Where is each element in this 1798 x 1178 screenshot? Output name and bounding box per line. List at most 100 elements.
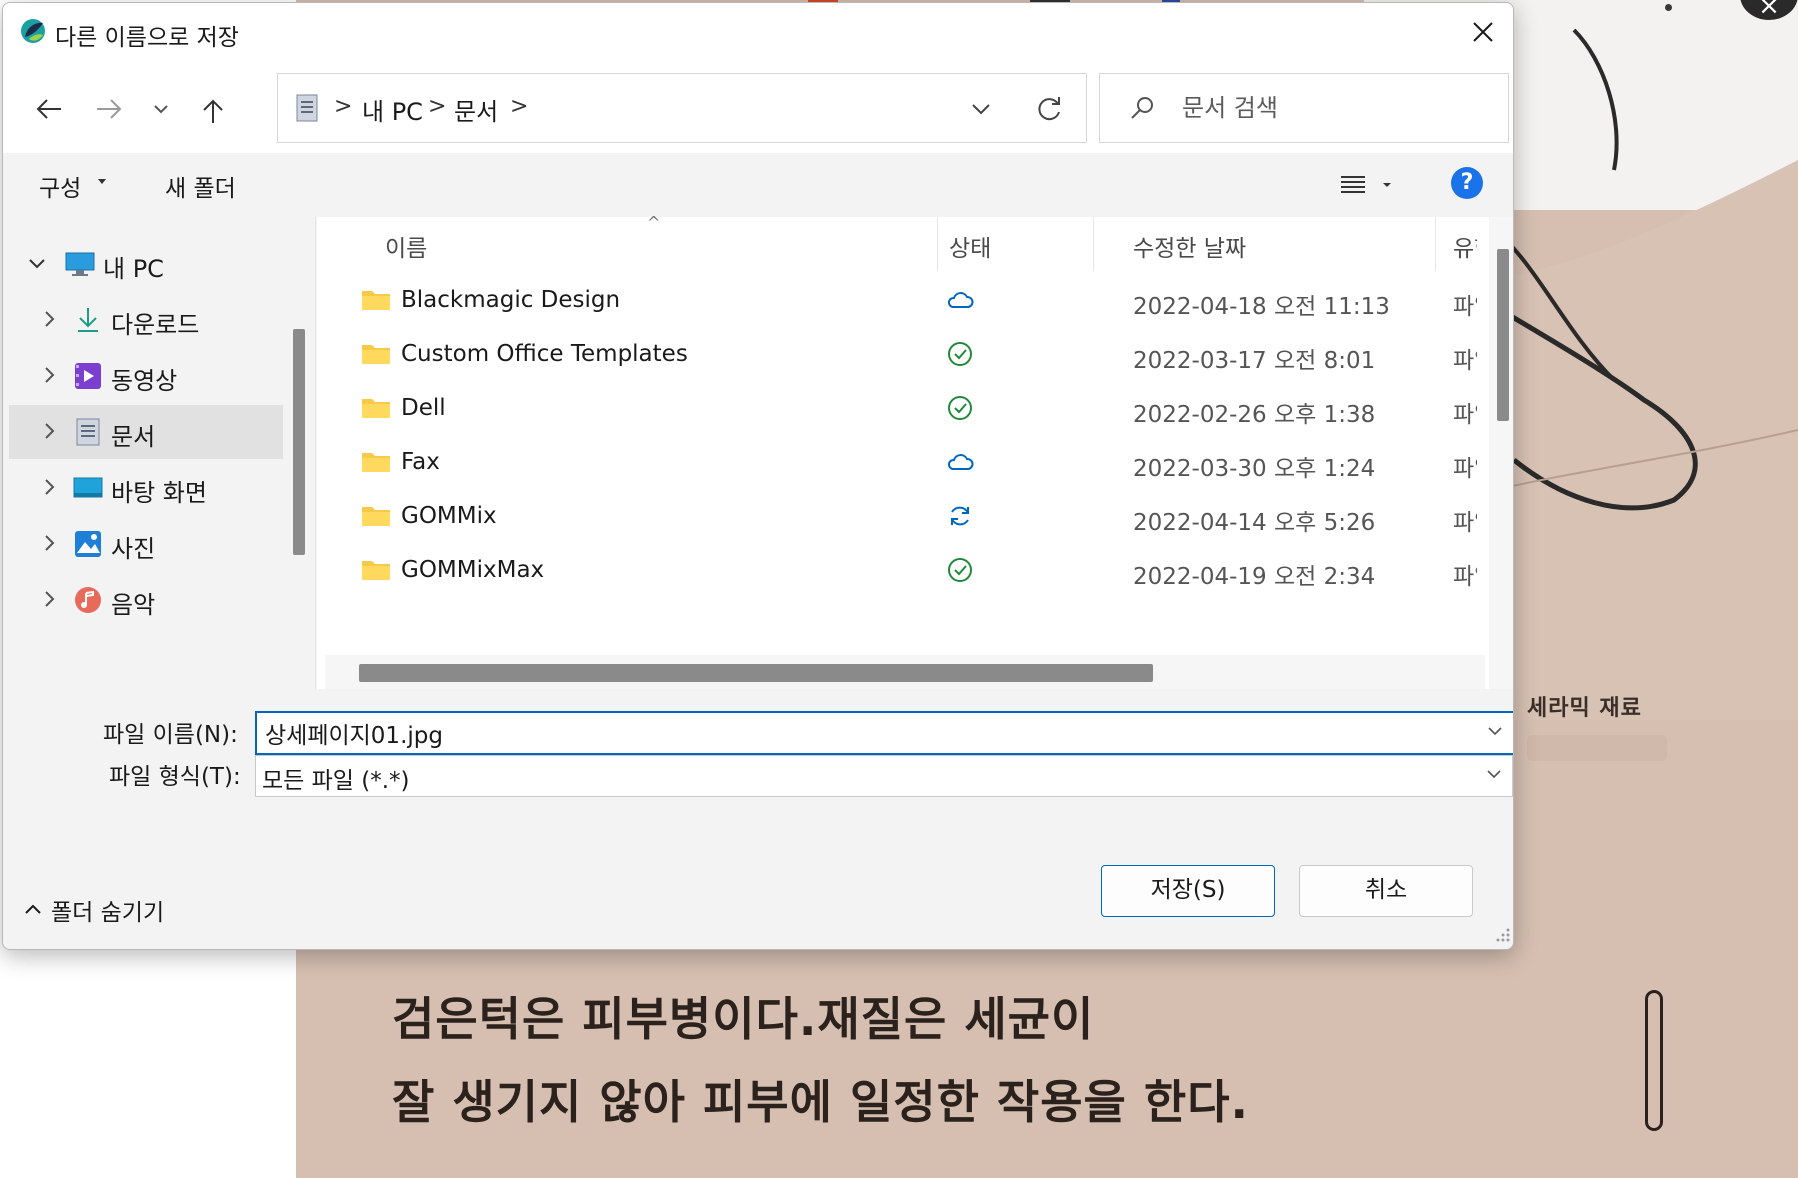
file-list-horizontal-scrollbar-thumb[interactable]: [359, 664, 1153, 682]
file-type: 파일 폴더: [1453, 402, 1477, 428]
address-dropdown-chevron-icon[interactable]: [966, 94, 996, 124]
pictures-icon: [75, 531, 101, 557]
chevron-right-icon[interactable]: [39, 589, 59, 609]
folder-icon: [362, 453, 390, 472]
chevron-down-icon[interactable]: [1487, 724, 1503, 738]
tree-item-label: 사진: [111, 535, 156, 563]
tree-item-videos[interactable]: 동영상: [9, 349, 283, 403]
breadcrumb-separator: >: [510, 94, 529, 119]
close-button[interactable]: [1455, 7, 1511, 57]
save-options-panel: 파일 이름(N): 파일 형식(T): 모든 파일 (*.*) 폴더 숨기기 저…: [3, 689, 1513, 949]
file-name: Blackmagic Design: [401, 287, 621, 313]
chevron-right-icon[interactable]: [39, 533, 59, 553]
file-row[interactable]: GOMMix 2022-04-14 오후 5:26 파일 폴더: [317, 489, 1477, 549]
close-icon: [1473, 22, 1493, 42]
hide-folders-button[interactable]: 폴더 숨기기: [23, 891, 193, 927]
breadcrumb-separator: >: [428, 94, 447, 119]
chevron-down-icon: [154, 105, 168, 114]
tree-item-documents[interactable]: 문서: [9, 405, 283, 459]
arrow-up-icon: [203, 99, 223, 123]
new-folder-button[interactable]: 새 폴더: [165, 169, 236, 203]
column-header-modified[interactable]: 수정한 날짜: [1133, 229, 1246, 263]
file-type: 파일 폴더: [1453, 456, 1477, 482]
filetype-label: 파일 형식(T):: [109, 764, 241, 790]
chevron-down-icon[interactable]: [1486, 767, 1502, 781]
folder-icon: [362, 507, 390, 526]
tree-item-music[interactable]: 음악: [9, 573, 283, 627]
column-header-type[interactable]: 유형: [1453, 229, 1477, 263]
cloud-icon: [947, 292, 974, 308]
hide-folders-label: 폴더 숨기기: [51, 900, 165, 926]
breadcrumb-my-pc[interactable]: 내 PC: [362, 92, 423, 127]
file-row[interactable]: Dell 2022-02-26 오후 1:38 파일 폴더: [317, 381, 1477, 441]
cancel-button[interactable]: 취소: [1299, 865, 1473, 917]
save-as-dialog: 다른 이름으로 저장 > 내 PC > 문서 > 문서 검색 구성 새 폴더 ?…: [2, 2, 1514, 950]
file-modified-date: 2022-04-19 오전 2:34: [1133, 564, 1376, 590]
video-icon: [75, 363, 101, 389]
desktop-icon: [73, 477, 103, 498]
navigation-bar: > 내 PC > 문서 >: [3, 61, 1513, 153]
organize-menu-button[interactable]: 구성: [39, 169, 81, 203]
title-bar: 다른 이름으로 저장: [3, 3, 1513, 61]
file-modified-date: 2022-03-30 오후 1:24: [1133, 456, 1376, 482]
syncing-icon: [951, 506, 969, 526]
column-divider[interactable]: [1093, 217, 1094, 271]
file-row[interactable]: Fax 2022-03-30 오후 1:24 파일 폴더: [317, 435, 1477, 495]
tree-item-desktop[interactable]: 바탕 화면: [9, 461, 283, 515]
recent-locations-button[interactable]: [145, 89, 185, 129]
filetype-value: 모든 파일 (*.*): [262, 768, 410, 794]
file-row[interactable]: GOMMixMax 2022-04-19 오전 2:34 파일 폴더: [317, 543, 1477, 603]
chevron-right-icon[interactable]: [39, 477, 59, 497]
column-header-name[interactable]: 이름: [385, 229, 427, 263]
filename-input[interactable]: [263, 717, 1467, 749]
tree-scrollbar-thumb[interactable]: [293, 329, 305, 555]
resize-grip-icon[interactable]: [1493, 925, 1511, 943]
search-input[interactable]: [1180, 90, 1484, 126]
filename-combobox[interactable]: [255, 711, 1513, 755]
help-button[interactable]: ?: [1451, 167, 1483, 199]
file-modified-date: 2022-02-26 오후 1:38: [1133, 402, 1376, 428]
pane-divider[interactable]: [315, 217, 316, 689]
view-options-button[interactable]: [1339, 171, 1409, 201]
background-blurred-text: [1527, 735, 1667, 761]
file-name: Custom Office Templates: [401, 341, 688, 367]
arrow-left-icon: [36, 99, 61, 119]
filename-label: 파일 이름(N):: [103, 722, 238, 748]
file-type: 파일 폴더: [1453, 564, 1477, 590]
chevron-right-icon[interactable]: [39, 309, 59, 329]
file-list-vertical-scrollbar-thumb[interactable]: [1497, 249, 1509, 421]
command-bar: 구성 새 폴더 ?: [3, 153, 1513, 217]
chevron-right-icon[interactable]: [39, 365, 59, 385]
tree-item-label: 내 PC: [103, 255, 164, 283]
folder-icon: [362, 345, 390, 364]
search-icon: [1131, 97, 1153, 119]
filetype-select[interactable]: 모든 파일 (*.*): [255, 755, 1513, 797]
sort-ascending-icon: ^: [647, 213, 661, 232]
up-button[interactable]: [193, 89, 233, 129]
file-modified-date: 2022-04-14 오후 5:26: [1133, 510, 1376, 536]
app-logo-icon: [21, 19, 45, 43]
tree-item-label: 바탕 화면: [111, 479, 207, 507]
save-button[interactable]: 저장(S): [1101, 865, 1275, 917]
tree-item-pictures[interactable]: 사진: [9, 517, 283, 571]
chevron-down-icon[interactable]: [27, 253, 47, 273]
tree-item-downloads[interactable]: 다운로드: [9, 293, 283, 347]
navigation-pane: 내 PC 다운로드 동영상 문서 바탕 화면 사진 음악: [3, 217, 315, 689]
chevron-right-icon[interactable]: [39, 421, 59, 441]
folder-icon: [362, 399, 390, 418]
file-row[interactable]: Blackmagic Design 2022-04-18 오전 11:13 파일…: [317, 273, 1477, 333]
address-bar[interactable]: > 내 PC > 문서 >: [277, 73, 1087, 143]
forward-button[interactable]: [89, 89, 129, 129]
column-header-status[interactable]: 상태: [949, 229, 991, 263]
synced-check-icon: [948, 396, 972, 420]
file-name: GOMMix: [401, 503, 497, 529]
file-row[interactable]: Custom Office Templates 2022-03-17 오전 8:…: [317, 327, 1477, 387]
column-divider[interactable]: [1435, 217, 1436, 271]
breadcrumb-documents[interactable]: 문서: [454, 92, 498, 127]
column-divider[interactable]: [937, 217, 938, 271]
search-box[interactable]: [1099, 73, 1509, 143]
refresh-icon[interactable]: [1032, 92, 1066, 126]
organize-caret-icon: [98, 179, 106, 184]
back-button[interactable]: [29, 89, 69, 129]
tree-item-my-pc[interactable]: 내 PC: [9, 237, 283, 291]
